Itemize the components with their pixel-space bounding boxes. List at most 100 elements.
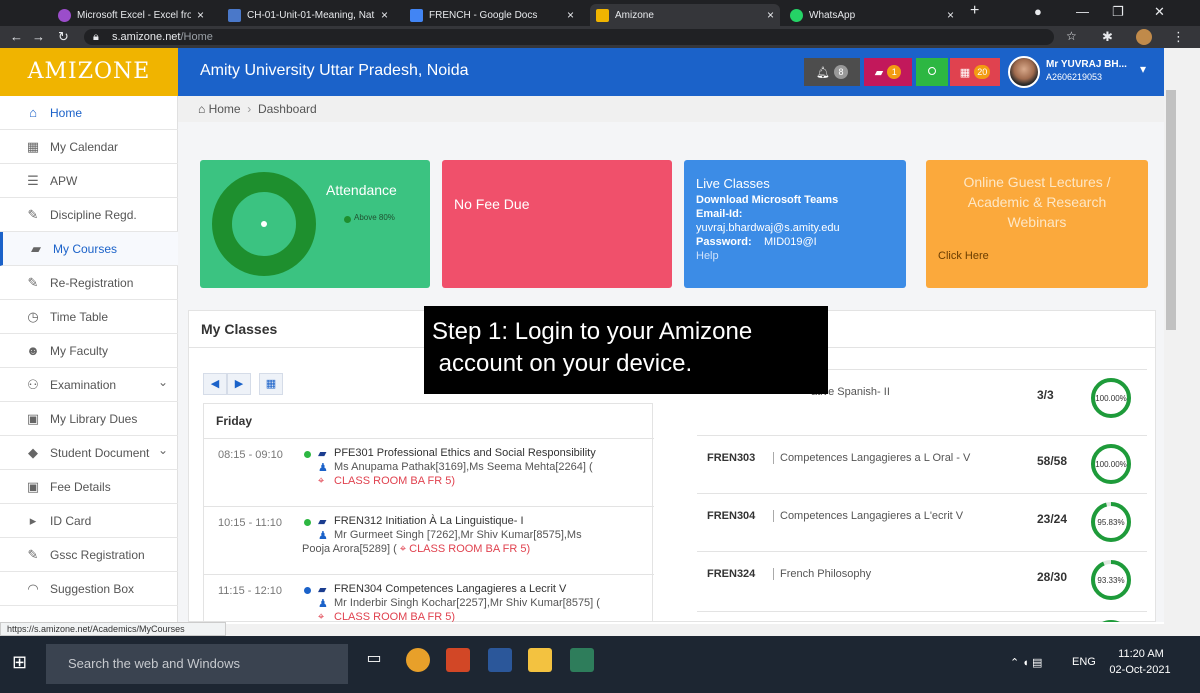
tab-google-docs[interactable]: FRENCH - Google Docs × (404, 4, 580, 26)
clock-icon: ◷ (27, 308, 39, 324)
tab-document[interactable]: CH-01-Unit-01-Meaning, Nat × (222, 4, 394, 26)
sidebar-item-gssc-registration[interactable]: ✎ Gssc Registration (0, 538, 178, 572)
caret-left-icon: ◀ (210, 378, 220, 390)
schedule-row[interactable]: 11:15 - 12:10 ▰ FREN304 Competences Langag… (204, 574, 654, 622)
sidebar-item-my-library-dues[interactable]: ▣ My Library Dues (0, 402, 178, 436)
new-tab-icon[interactable]: + (970, 2, 979, 20)
file-explorer-icon[interactable] (528, 648, 552, 672)
sidebar-item-student-document[interactable]: ◆ Student Document ⌄ (0, 436, 178, 470)
windows-start-icon[interactable]: ⊞ (12, 652, 27, 673)
schedule-row[interactable]: 10:15 - 11:10 ▰ FREN312 Initiation À La Li… (204, 506, 654, 574)
calendar-button[interactable]: ▦ 20 (950, 58, 1000, 86)
task-view-icon[interactable]: ▭ (362, 648, 386, 672)
sidebar-item-my-faculty[interactable]: ☻ My Faculty (0, 334, 178, 368)
word-icon[interactable] (488, 648, 512, 672)
class-course[interactable]: PFE301 Professional Ethics and Social Re… (334, 447, 596, 459)
location-pin-icon: ⌖ (318, 475, 325, 487)
course-name: French Philosophy (773, 568, 871, 580)
close-tab-icon[interactable]: × (567, 8, 574, 22)
sidebar-item-home[interactable]: ⌂ Home (0, 96, 178, 130)
tab-excel[interactable]: Microsoft Excel - Excel from E× (52, 4, 210, 26)
sidebar-item-my-courses[interactable]: ▰ My Courses (0, 232, 178, 266)
bookmark-star-icon[interactable]: ☆ (1066, 29, 1077, 43)
tab-whatsapp[interactable]: WhatsApp × (784, 4, 960, 26)
record-icon[interactable]: ● (1034, 4, 1042, 19)
guest-lectures-card[interactable]: Online Guest Lectures / Academic & Resea… (926, 160, 1148, 288)
sidebar-item-re-registration[interactable]: ✎ Re-Registration (0, 266, 178, 300)
clock-time[interactable]: 11:20 AM (1112, 648, 1170, 660)
user-avatar[interactable] (1008, 56, 1040, 88)
attendance-percent: 95.83% (1097, 518, 1124, 527)
course-name: Competences Langagieres a L Oral - V (773, 452, 970, 464)
notifications-button[interactable]: 🔔︎ 8 (804, 58, 860, 86)
user-name[interactable]: Mr YUVRAJ BH... (1046, 59, 1127, 70)
sidebar-item-label: Home (50, 105, 83, 120)
pick-date-button[interactable]: ▦ (259, 373, 283, 395)
sidebar-item-examination[interactable]: ⚇ Examination ⌄ (0, 368, 178, 402)
taskbar-search-input[interactable]: Search the web and Windows (46, 644, 348, 684)
money-icon: ▣ (26, 410, 40, 426)
breadcrumb-separator-icon: › (243, 102, 255, 116)
forward-icon[interactable]: → (32, 29, 45, 44)
class-course[interactable]: FREN304 Competences Langagieres a Lecrit… (334, 583, 566, 595)
close-tab-icon[interactable]: × (381, 8, 388, 22)
amizone-tab-icon (596, 8, 609, 22)
sidebar-item-apw[interactable]: ☰ APW (0, 164, 178, 198)
user-menu-chevron-icon[interactable]: ▾ (1140, 62, 1146, 76)
document-tab-icon (228, 8, 241, 22)
vertical-scrollbar[interactable] (1164, 48, 1200, 636)
amizone-logo[interactable]: AMIZONE (0, 48, 178, 96)
chrome-icon[interactable] (406, 648, 430, 672)
next-day-button[interactable]: ▶ (227, 373, 251, 395)
course-name: Competences Langagieres a L'ecrit V (773, 510, 963, 522)
language-indicator[interactable]: ENG (1072, 656, 1096, 668)
browser-menu-icon[interactable]: ⋮ (1172, 29, 1185, 45)
tag-icon: ◆ (28, 444, 38, 460)
clock-date[interactable]: 02-Oct-2021 (1108, 664, 1172, 676)
restore-icon[interactable]: ❐ (1112, 4, 1124, 20)
close-tab-icon[interactable]: × (197, 8, 204, 22)
horizontal-scrollbar[interactable] (226, 624, 1200, 636)
powerpoint-icon[interactable] (446, 648, 470, 672)
chevron-down-icon: ⌄ (157, 443, 168, 457)
click-here-link[interactable]: Click Here (938, 250, 989, 262)
fee-card[interactable]: No Fee Due (442, 160, 672, 288)
help-link[interactable]: Help (696, 250, 719, 262)
url-field[interactable]: 🔒︎ s.amizone.net/Home (84, 29, 1054, 45)
location-pin-icon: ⌖ (318, 611, 325, 622)
live-classes-card[interactable]: Live Classes Download Microsoft Teams Em… (684, 160, 906, 288)
refresh-button[interactable]: ⭘ (916, 58, 948, 86)
profile-avatar[interactable] (1136, 29, 1152, 45)
system-tray-icons[interactable]: ⌃ ◖ ▤ (1010, 656, 1042, 669)
back-icon[interactable]: ← (10, 29, 23, 44)
close-tab-icon[interactable]: × (947, 8, 954, 22)
class-course[interactable]: FREN312 Initiation À La Linguistique- I (334, 515, 524, 527)
sidebar-item-discipline-regd[interactable]: ✎ Discipline Regd. (0, 198, 178, 232)
edit-icon: ✎ (27, 546, 39, 562)
sidebar-item-my-calendar[interactable]: ▦ My Calendar (0, 130, 178, 164)
tab-amizone[interactable]: Amizone × (590, 4, 780, 26)
sidebar-item-suggestion-box[interactable]: ◠ Suggestion Box (0, 572, 178, 606)
users-icon: ☻ (26, 343, 40, 358)
breadcrumb-home[interactable]: Home (209, 102, 241, 116)
media-icon[interactable] (570, 648, 594, 672)
extensions-icon[interactable]: ✱ (1102, 29, 1113, 45)
reload-icon[interactable]: ↻ (58, 29, 69, 45)
sidebar-item-fee-details[interactable]: ▣ Fee Details (0, 470, 178, 504)
schedule-day: Friday (216, 414, 253, 428)
calendar-icon: ▦ (26, 138, 40, 154)
minimize-icon[interactable]: — (1076, 4, 1089, 19)
attendance-fraction: 58/58 (1037, 454, 1068, 468)
course-row[interactable]: FREN312Initiation À La Linguistique - I (697, 611, 1147, 622)
attendance-card[interactable]: Attendance Above 80% (200, 160, 430, 288)
prev-day-button[interactable]: ◀ (203, 373, 227, 395)
messages-button[interactable]: ▰ 1 (864, 58, 912, 86)
close-window-icon[interactable]: ✕ (1154, 4, 1165, 20)
close-tab-icon[interactable]: × (767, 8, 774, 22)
schedule-row[interactable]: 08:15 - 09:10 ▰ PFE301 Professional Ethics… (204, 438, 654, 506)
sidebar-item-id-card[interactable]: ▸ ID Card (0, 504, 178, 538)
status-dot-icon (304, 519, 311, 526)
sidebar-item-label: My Library Dues (50, 411, 138, 426)
sidebar-item-time-table[interactable]: ◷ Time Table (0, 300, 178, 334)
scroll-thumb[interactable] (1166, 90, 1176, 330)
